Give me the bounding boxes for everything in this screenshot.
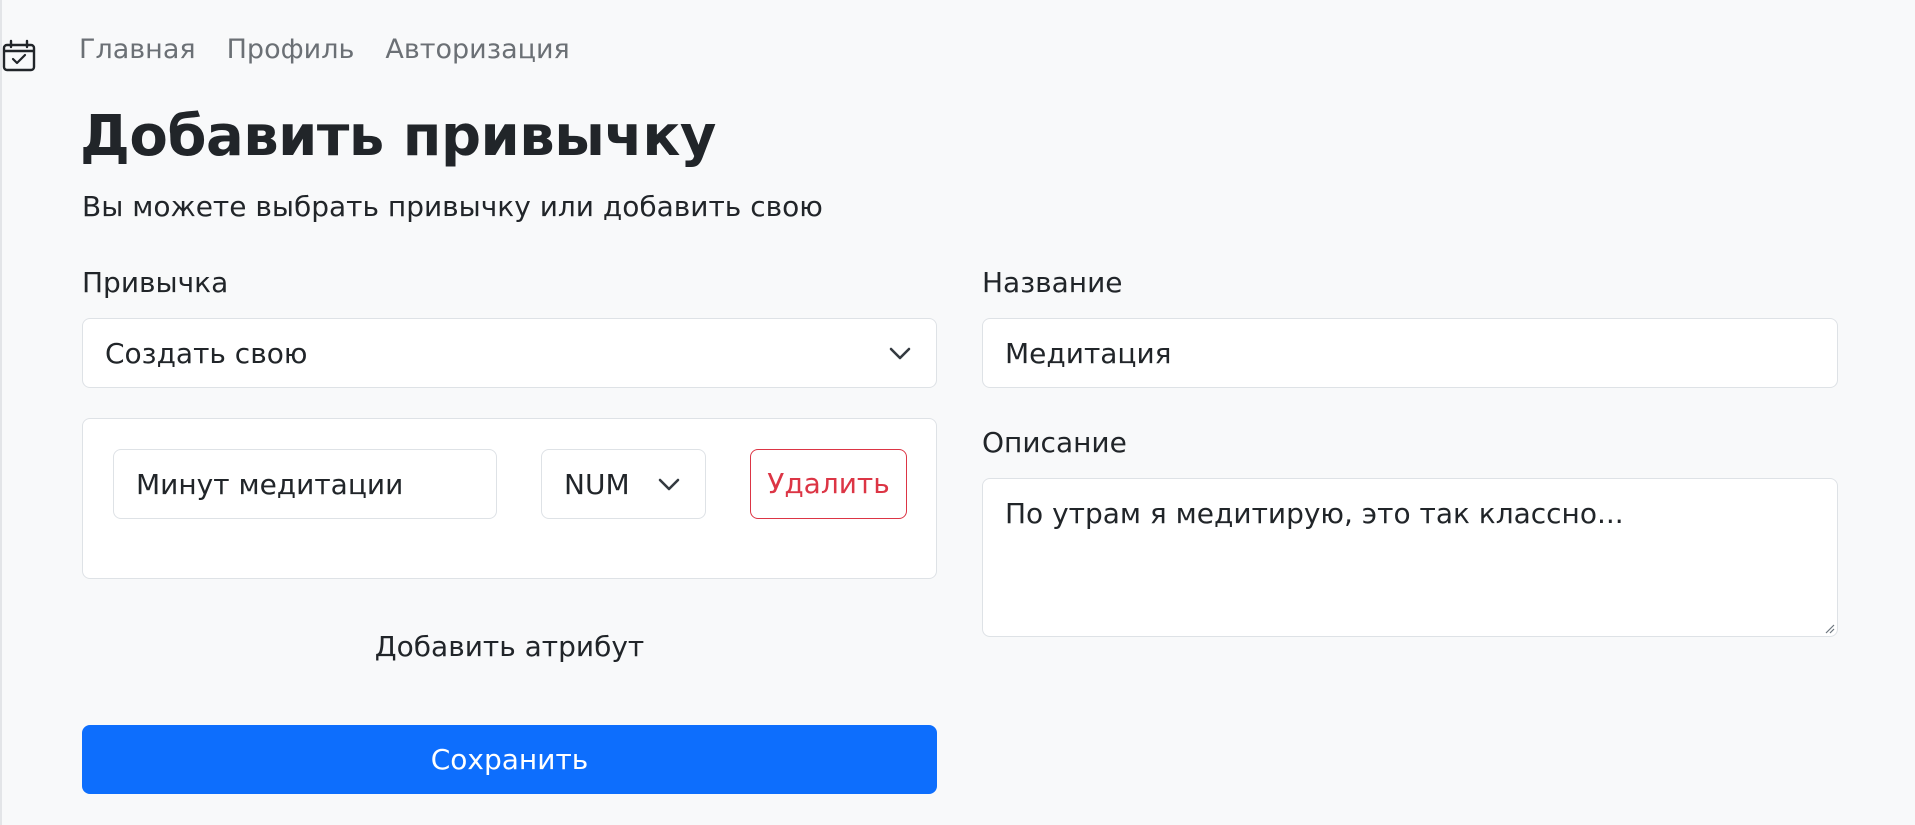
- habit-label: Привычка: [82, 266, 229, 299]
- attribute-name-input[interactable]: Минут медитации: [113, 449, 497, 519]
- attribute-type-select[interactable]: NUM: [541, 449, 706, 519]
- habit-select-value: Создать свою: [105, 337, 308, 370]
- attribute-card: Минут медитации NUM Удалить: [82, 418, 937, 579]
- description-textarea[interactable]: По утрам я медитирую, это так классно...: [982, 478, 1838, 637]
- name-label: Название: [982, 266, 1123, 299]
- description-label: Описание: [982, 426, 1127, 459]
- save-button[interactable]: Сохранить: [82, 725, 937, 794]
- habit-select[interactable]: Создать свою: [82, 318, 937, 388]
- attribute-type-value: NUM: [564, 468, 630, 501]
- name-input[interactable]: Медитация: [982, 318, 1838, 388]
- chevron-down-icon: [889, 347, 911, 360]
- nav-link-auth[interactable]: Авторизация: [385, 30, 569, 70]
- page-lead: Вы можете выбрать привычку или добавить …: [82, 190, 823, 223]
- page-title: Добавить привычку: [80, 104, 716, 169]
- description-textarea-value: По утрам я медитирую, это так классно...: [1005, 497, 1624, 530]
- chevron-down-icon: [658, 478, 680, 491]
- main-nav: Главная Профиль Авторизация: [79, 30, 570, 70]
- nav-link-home[interactable]: Главная: [79, 30, 196, 70]
- name-input-value: Медитация: [1005, 337, 1172, 370]
- attribute-name-value: Минут медитации: [136, 468, 404, 501]
- add-attribute-button[interactable]: Добавить атрибут: [82, 625, 937, 669]
- delete-attribute-button[interactable]: Удалить: [750, 449, 907, 519]
- resize-handle-icon[interactable]: [1823, 622, 1835, 634]
- nav-link-profile[interactable]: Профиль: [227, 30, 355, 70]
- calendar-check-icon[interactable]: [2, 38, 36, 72]
